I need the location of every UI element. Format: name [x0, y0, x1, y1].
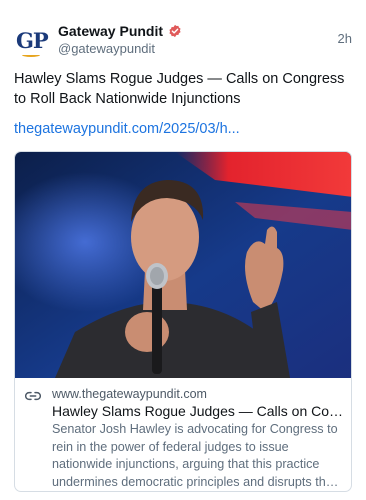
avatar[interactable]: GP — [14, 24, 49, 58]
link-preview-card[interactable]: www.thegatewaypundit.com Hawley Slams Ro… — [14, 151, 352, 492]
card-description: Senator Josh Hawley is advocating for Co… — [52, 422, 338, 489]
author-display-name[interactable]: Gateway Pundit — [58, 23, 163, 39]
author-handle[interactable]: @gatewaypundit — [58, 41, 155, 56]
social-post[interactable]: GP Gateway Pundit @gatewaypundit 2h Hawl… — [0, 0, 366, 500]
post-timestamp[interactable]: 2h — [338, 31, 352, 46]
post-text: Hawley Slams Rogue Judges — Calls on Con… — [14, 71, 345, 107]
avatar-logo-text: GP — [16, 28, 49, 53]
preview-image[interactable] — [15, 152, 352, 378]
post-header: GP Gateway Pundit @gatewaypundit 2h — [14, 20, 352, 60]
verified-badge-icon[interactable] — [168, 24, 182, 38]
card-title: Hawley Slams Rogue Judges — Calls on Con… — [52, 403, 344, 419]
name-row: Gateway Pundit — [58, 22, 182, 40]
card-body[interactable]: www.thegatewaypundit.com Hawley Slams Ro… — [15, 378, 351, 491]
link-icon — [25, 391, 41, 401]
card-domain: www.thegatewaypundit.com — [52, 387, 207, 401]
post-link[interactable]: thegatewaypundit.com/2025/03/h... — [14, 121, 240, 137]
avatar-swoosh-icon — [22, 53, 40, 57]
